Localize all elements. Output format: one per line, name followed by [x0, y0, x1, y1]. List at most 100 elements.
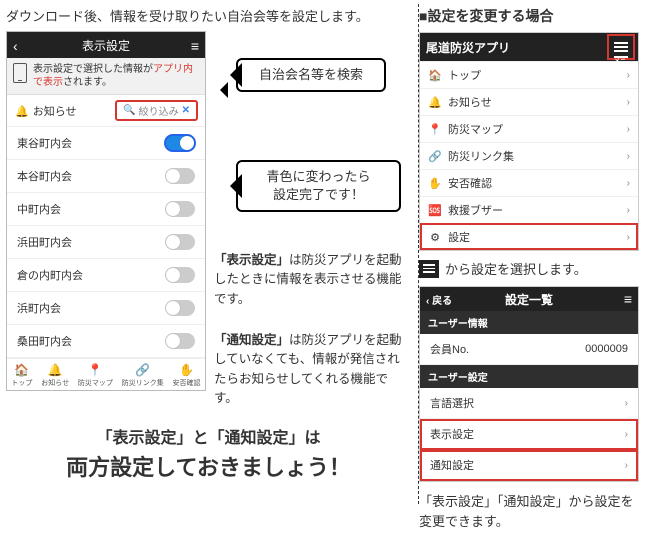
- explain-notify-hl: 「通知設定」: [214, 333, 289, 347]
- menu-item[interactable]: 📍防災マップ›: [420, 115, 638, 142]
- settings-row-label: 言語選択: [430, 395, 474, 411]
- chevron-right-icon: ›: [625, 460, 628, 471]
- menu-item[interactable]: 🔗 防災リンク集 ›: [420, 142, 638, 169]
- tab-bar: 🏠トップ 🔔お知らせ 📍防災マップ 🔗防災リンク集 ✋安否確認: [7, 358, 205, 390]
- note1-text: から設定を選択します。: [445, 259, 587, 278]
- phone-icon: [13, 63, 27, 83]
- association-row: 浜田町内会: [7, 226, 205, 259]
- association-name: 本谷町内会: [17, 168, 72, 184]
- association-toggle[interactable]: [165, 267, 195, 283]
- settings-menu-icon[interactable]: ≡: [624, 291, 632, 307]
- hamburger-icon[interactable]: メニュー: [610, 37, 632, 57]
- menu-item-icon: 🏠: [428, 69, 442, 82]
- explain-notify: 「通知設定」は防災アプリを起動していなくても、情報が発信されたらお知らせしてくれ…: [214, 331, 409, 409]
- association-row: 中町内会: [7, 193, 205, 226]
- divider-line: [418, 4, 419, 504]
- menu-item[interactable]: ✋安否確認›: [420, 169, 638, 196]
- back-button[interactable]: ‹ 戻る: [426, 292, 452, 307]
- clear-icon[interactable]: ✕: [182, 105, 190, 116]
- section-label: お知らせ: [33, 106, 77, 118]
- right-heading: ■設定を変更する場合: [419, 6, 639, 26]
- settings-row-label: 通知設定: [430, 457, 474, 473]
- search-input[interactable]: 🔍 絞り込み ✕: [116, 101, 197, 120]
- association-list: 東谷町内会本谷町内会中町内会浜田町内会倉の内町内会浜町内会桑田町内会: [7, 127, 205, 358]
- menu-item-icon: ⚙: [428, 231, 442, 244]
- bubble-complete: 青色に変わったら 設定完了です！: [236, 160, 401, 212]
- intro-text: ダウンロード後、情報を受け取りたい自治会等を設定します。: [6, 6, 411, 25]
- tab-icon: 🔗: [135, 363, 150, 377]
- phone-title: 表示設定: [82, 37, 130, 54]
- menu-item-label: 防災マップ: [448, 121, 503, 137]
- settings-row-memberno: 会員No. 0000009: [420, 334, 638, 365]
- association-row: 東谷町内会: [7, 127, 205, 160]
- association-toggle[interactable]: [165, 201, 195, 217]
- chevron-right-icon: ›: [627, 232, 630, 243]
- association-name: 倉の内町内会: [17, 267, 83, 283]
- menu-item-label: トップ: [448, 67, 481, 83]
- menu-item-icon: 🆘: [428, 204, 442, 217]
- notice-red2: 表示: [43, 77, 63, 88]
- menu-item[interactable]: 🏠 トップ ›: [420, 61, 638, 88]
- tab-item[interactable]: 🏠トップ: [11, 363, 32, 388]
- menu-item[interactable]: 🆘救援ブザー›: [420, 196, 638, 223]
- menu-card: 尾道防災アプリ メニュー 🏠トップ›🔔お知らせ›📍防災マップ›🔗防災リンク集›✋…: [419, 32, 639, 251]
- association-name: 桑田町内会: [17, 333, 72, 349]
- settings-row[interactable]: 表示設定›: [420, 419, 638, 450]
- tab-item[interactable]: 🔔お知らせ: [41, 363, 69, 388]
- settings-row[interactable]: 通知設定 ›: [420, 450, 638, 481]
- menu-item-icon: ✋: [428, 177, 442, 190]
- menu-item-label: 防災リンク集: [448, 148, 514, 164]
- tab-item[interactable]: 📍防災マップ: [78, 363, 113, 388]
- tab-icon: 🔔: [48, 363, 63, 377]
- chevron-right-icon: ›: [627, 151, 630, 162]
- menu-item-icon: 📍: [428, 123, 442, 136]
- bubble-search-text: 自治会名等を検索: [259, 67, 363, 82]
- tab-label: 安否確認: [173, 378, 201, 388]
- settings-section-userinfo: ユーザー情報: [420, 311, 638, 334]
- back-icon[interactable]: ‹: [13, 38, 18, 54]
- bubble-search: 自治会名等を検索: [236, 58, 386, 92]
- association-toggle[interactable]: [165, 300, 195, 316]
- notice-bar: 表示設定で選択した情報がアプリ内で表示されます。: [7, 58, 205, 95]
- chevron-right-icon: ›: [627, 97, 630, 108]
- section-row: 🔔お知らせ 🔍 絞り込み ✕: [7, 95, 205, 127]
- menu-item-label: お知らせ: [448, 94, 492, 110]
- menu-icon[interactable]: ≡: [191, 38, 199, 54]
- association-name: 浜町内会: [17, 300, 61, 316]
- association-name: 浜田町内会: [17, 234, 72, 250]
- memberno-value: 0000009: [585, 343, 628, 355]
- notice-prefix: 表示設定で選択した情報が: [33, 64, 153, 75]
- search-placeholder: 絞り込み: [139, 103, 179, 118]
- chevron-right-icon: ›: [627, 70, 630, 81]
- tab-item[interactable]: ✋安否確認: [173, 363, 201, 388]
- note-select-settings: から設定を選択します。: [419, 259, 639, 278]
- explain-display: 「表示設定」は防災アプリを起動したときに情報を表示させる機能です。: [214, 251, 409, 309]
- menu-item-icon: 🔔: [428, 96, 442, 109]
- association-row: 桑田町内会: [7, 325, 205, 358]
- menu-caption: メニュー: [614, 56, 628, 58]
- menu-item[interactable]: 🔔 お知らせ ›: [420, 88, 638, 115]
- settings-title: 設定一覧: [505, 291, 553, 308]
- association-name: 中町内会: [17, 201, 61, 217]
- phone-header: ‹ 表示設定 ≡: [7, 32, 205, 58]
- menu-item[interactable]: ⚙設定›: [420, 223, 638, 250]
- menu-item-icon: 🔗: [428, 150, 442, 163]
- bubble-complete-l2: 設定完了です！: [248, 186, 389, 204]
- tab-label: トップ: [11, 378, 32, 388]
- tab-label: 防災マップ: [78, 378, 113, 388]
- association-toggle[interactable]: [165, 234, 195, 250]
- association-row: 倉の内町内会: [7, 259, 205, 292]
- settings-row[interactable]: 言語選択›: [420, 388, 638, 419]
- tab-item[interactable]: 🔗防災リンク集: [122, 363, 164, 388]
- association-toggle[interactable]: [165, 168, 195, 184]
- tab-label: 防災リンク集: [122, 378, 164, 388]
- association-toggle[interactable]: [165, 135, 195, 151]
- settings-row-label: 表示設定: [430, 426, 474, 442]
- app-title: 尾道防災アプリ: [426, 39, 510, 56]
- association-toggle[interactable]: [165, 333, 195, 349]
- association-row: 本谷町内会: [7, 160, 205, 193]
- association-name: 東谷町内会: [17, 135, 72, 151]
- menu-card-header: 尾道防災アプリ メニュー: [420, 33, 638, 61]
- chevron-right-icon: ›: [627, 178, 630, 189]
- association-row: 浜町内会: [7, 292, 205, 325]
